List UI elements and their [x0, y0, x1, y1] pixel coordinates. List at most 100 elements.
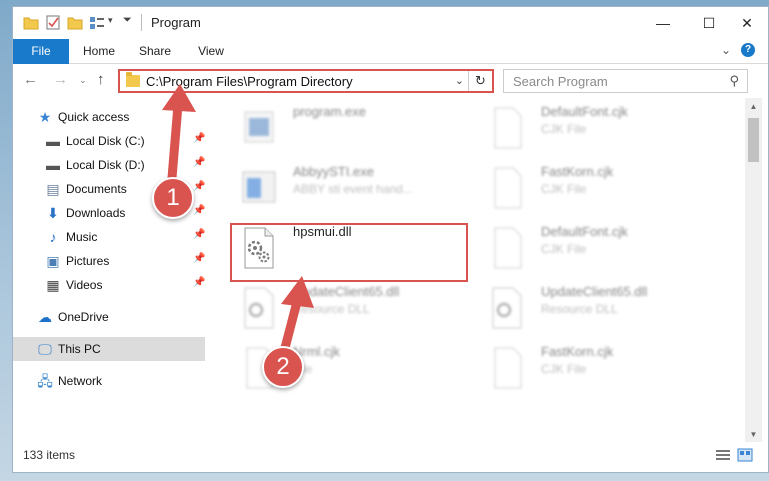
highlight-box-target-file [230, 223, 468, 282]
cloud-icon: ☁ [38, 309, 52, 325]
pin-icon[interactable]: 📌 [193, 229, 205, 240]
recent-locations-icon[interactable]: ⌄ [79, 75, 87, 86]
file-icon [494, 107, 522, 149]
title-separator [141, 14, 142, 31]
file-icon [494, 227, 522, 269]
file-item[interactable]: AbbyySTI.exe ABBY sti event hand... [233, 160, 483, 216]
sidebar-item-videos[interactable]: ▦ Videos 📌 [13, 273, 205, 297]
item-count: 133 items [23, 448, 76, 462]
new-folder-icon[interactable] [67, 15, 83, 30]
title-bar: ▾ ⏷ Program — ☐ ✕ [13, 7, 768, 39]
view-options-icon[interactable] [89, 15, 105, 30]
minimize-button[interactable]: — [640, 7, 686, 39]
sidebar-item-label: Network [58, 374, 103, 388]
scroll-down-icon[interactable]: ▼ [745, 430, 762, 439]
address-bar[interactable]: C:\Program Files\Program Directory ⌄ ↻ [118, 69, 494, 93]
drive-icon: ▬ [46, 157, 60, 173]
pin-icon[interactable]: 📌 [193, 253, 205, 264]
file-item[interactable]: UpdateClient65.dll Resource DLL [481, 280, 731, 336]
close-button[interactable]: ✕ [724, 7, 768, 39]
file-item[interactable]: FastKorn.cjk CJK File [481, 160, 731, 216]
refresh-icon[interactable]: ↻ [468, 71, 492, 91]
search-icon[interactable]: ⚲ [729, 73, 739, 89]
network-icon: 🖧 [37, 373, 53, 389]
file-item[interactable]: UpdateClient65.dll Resource DLL [233, 280, 483, 336]
dll-gear-icon [492, 287, 522, 329]
document-icon: ▤ [46, 181, 60, 197]
sidebar-item-label: Downloads [66, 206, 126, 220]
scroll-up-icon[interactable]: ▲ [745, 102, 762, 111]
pin-icon[interactable]: 📌 [193, 133, 205, 144]
navigation-pane: ★ Quick access ▬ Local Disk (C:) 📌 ▬ Loc… [13, 98, 207, 442]
search-placeholder: Search Program [513, 74, 608, 89]
up-arrow-icon[interactable]: ↑ [97, 71, 105, 88]
folder-icon [126, 72, 140, 87]
step-badge-1: 1 [152, 177, 194, 219]
ribbon-tabs: File Home Share View ⌄ ? [13, 39, 768, 95]
dll-gear-icon [244, 287, 274, 329]
video-icon: ▦ [46, 277, 60, 293]
sidebar-item-label: Local Disk (C:) [66, 134, 145, 148]
tab-share[interactable]: Share [133, 39, 177, 63]
star-icon: ★ [38, 109, 52, 125]
file-item[interactable]: DefaultFont.cjk CJK File [481, 100, 731, 156]
file-item[interactable]: FastKorn.cjk CJK File [481, 340, 731, 396]
pin-icon[interactable]: 📌 [193, 181, 205, 192]
file-icon [494, 167, 522, 209]
properties-icon[interactable] [45, 15, 61, 30]
sidebar-item-music[interactable]: ♪ Music 📌 [13, 225, 206, 249]
sidebar-item-local-disk-d[interactable]: ▬ Local Disk (D:) 📌 [13, 153, 205, 177]
chevron-down-icon[interactable]: ▾ [108, 15, 113, 26]
file-item[interactable]: program.exe [233, 100, 483, 156]
sidebar-item-this-pc[interactable]: 🖵 This PC [13, 337, 205, 361]
sidebar-item-label: Local Disk (D:) [66, 158, 145, 172]
tab-home[interactable]: Home [77, 39, 121, 63]
customize-toolbar-icon[interactable]: ⏷ [123, 14, 132, 27]
expand-ribbon-icon[interactable]: ⌄ [721, 43, 731, 57]
sidebar-item-onedrive[interactable]: ☁ OneDrive [13, 305, 205, 329]
file-type: Resource DLL [293, 302, 370, 316]
sidebar-item-label: Pictures [66, 254, 110, 268]
file-name: FastKorn.cjk [541, 344, 614, 359]
file-type: CJK File [541, 362, 587, 376]
file-type: Resource DLL [541, 302, 618, 316]
computer-icon: 🖵 [38, 341, 52, 357]
picture-icon: ▣ [46, 253, 60, 269]
sidebar-item-network[interactable]: 🖧 Network [13, 369, 205, 393]
folder-icon[interactable] [23, 15, 39, 30]
forward-arrow-icon[interactable]: → [53, 71, 68, 88]
pin-icon[interactable]: 📌 [193, 205, 205, 216]
sidebar-item-label: OneDrive [58, 310, 109, 324]
file-name: DefaultFont.cjk [541, 104, 628, 119]
pin-icon[interactable]: 📌 [193, 157, 205, 168]
file-type: ABBY sti event hand... [293, 182, 413, 196]
back-arrow-icon[interactable]: ← [23, 71, 38, 88]
file-name: UpdateClient65.dll [541, 284, 648, 299]
sidebar-item-label: This PC [58, 342, 101, 356]
address-path[interactable]: C:\Program Files\Program Directory [146, 74, 353, 89]
file-name: FastKorn.cjk [541, 164, 614, 179]
file-type: CJK File [541, 242, 587, 256]
sidebar-item-pictures[interactable]: ▣ Pictures 📌 [13, 249, 205, 273]
navigation-bar: ← → ⌄ ↑ C:\Program Files\Program Directo… [13, 64, 768, 98]
vertical-scrollbar[interactable]: ▲ ▼ [745, 98, 762, 442]
search-input[interactable]: Search Program ⚲ [503, 69, 748, 93]
window-title: Program [151, 15, 201, 30]
sidebar-item-local-disk-c[interactable]: ▬ Local Disk (C:) 📌 [13, 129, 205, 153]
large-icons-view-icon[interactable] [737, 448, 753, 462]
download-icon: ⬇ [47, 205, 59, 221]
file-type: CJK File [541, 182, 587, 196]
exe-icon [244, 111, 274, 143]
file-type: CJK File [541, 122, 587, 136]
sidebar-item-quick-access[interactable]: ★ Quick access [13, 105, 205, 129]
help-icon[interactable]: ? [741, 43, 755, 57]
chevron-down-icon[interactable]: ⌄ [455, 74, 464, 87]
pin-icon[interactable]: 📌 [193, 277, 205, 288]
details-view-icon[interactable] [715, 448, 731, 462]
drive-icon: ▬ [46, 133, 60, 149]
scroll-thumb[interactable] [748, 118, 759, 162]
music-icon: ♪ [49, 229, 57, 245]
tab-view[interactable]: View [189, 39, 233, 63]
step-badge-2: 2 [262, 346, 304, 388]
file-item[interactable]: DefaultFont.cjk CJK File [481, 220, 731, 276]
